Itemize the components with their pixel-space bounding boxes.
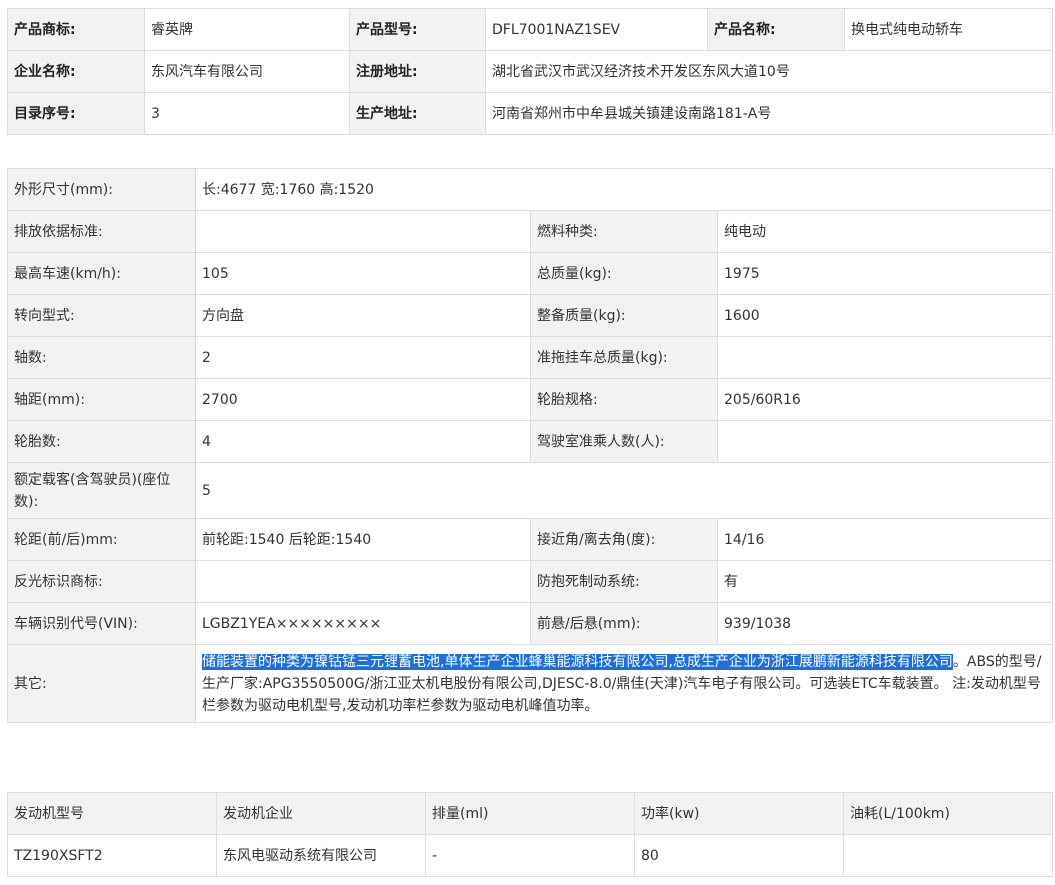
engine-header-displacement: 排量(ml)	[425, 792, 635, 835]
name-value: 换电式纯电动轿车	[844, 8, 1053, 51]
trailer-label: 准拖挂车总质量(kg):	[530, 336, 718, 379]
seats-label: 额定载客(含驾驶员)(座位数):	[7, 462, 196, 519]
engine-data-row: TZ190XSFT2 东风电驱动系统有限公司 - 80	[7, 834, 1053, 877]
trailer-value	[716, 336, 1054, 379]
company-value: 东风汽车有限公司	[144, 50, 350, 93]
abs-label: 防抱死制动系统:	[530, 560, 718, 603]
steering-value: 方向盘	[195, 294, 531, 337]
tires-value: 4	[195, 420, 531, 463]
company-label: 企业名称:	[7, 50, 145, 93]
engine-power-value: 80	[634, 834, 844, 877]
brand-label: 产品商标:	[7, 8, 145, 51]
brand-value: 睿英牌	[144, 8, 350, 51]
spec-row: 转向型式: 方向盘 整备质量(kg): 1600	[7, 294, 1054, 337]
spec-row: 轮胎数: 4 驾驶室准乘人数(人):	[7, 420, 1054, 463]
fuel-label: 燃料种类:	[530, 210, 718, 253]
model-value: DFL7001NAZ1SEV	[485, 8, 708, 51]
engine-model-value: TZ190XSFT2	[7, 834, 217, 877]
tire-spec-value: 205/60R16	[716, 378, 1054, 421]
tires-label: 轮胎数:	[7, 420, 196, 463]
prod-addr-value: 河南省郑州市中牟县城关镇建设南路181-A号	[485, 92, 1053, 135]
angles-label: 接近角/离去角(度):	[530, 518, 718, 561]
spec-row: 车辆识别代号(VIN): LGBZ1YEA××××××××× 前悬/后悬(mm)…	[7, 602, 1054, 645]
tire-spec-label: 轮胎规格:	[530, 378, 718, 421]
vin-value: LGBZ1YEA×××××××××	[195, 602, 531, 645]
steering-label: 转向型式:	[7, 294, 196, 337]
engine-consumption-value	[843, 834, 1053, 877]
seats-value: 5	[194, 462, 1054, 519]
reflect-label: 反光标识商标:	[7, 560, 196, 603]
engine-header-model: 发动机型号	[7, 792, 217, 835]
wheelbase-value: 2700	[195, 378, 531, 421]
abs-value: 有	[716, 560, 1054, 603]
engine-header-power: 功率(kw)	[634, 792, 844, 835]
emission-label: 排放依据标准:	[7, 210, 196, 253]
track-value: 前轮距:1540 后轮距:1540	[195, 518, 531, 561]
other-selected-text[interactable]: 储能装置的种类为镍钴锰三元锂蓄电池,单体生产企业蜂巢能源科技有限公司,总成生产企…	[202, 653, 953, 670]
overhang-value: 939/1038	[716, 602, 1054, 645]
spec-row: 外形尺寸(mm): 长:4677 宽:1760 高:1520	[7, 168, 1054, 211]
dims-value: 长:4677 宽:1760 高:1520	[194, 168, 1054, 211]
model-label: 产品型号:	[349, 8, 486, 51]
spec-row: 轴数: 2 准拖挂车总质量(kg):	[7, 336, 1054, 379]
emission-value	[195, 210, 531, 253]
spec-row: 排放依据标准: 燃料种类: 纯电动	[7, 210, 1054, 253]
cab-label: 驾驶室准乘人数(人):	[530, 420, 718, 463]
total-mass-value: 1975	[716, 252, 1054, 295]
product-row-1: 产品商标: 睿英牌 产品型号: DFL7001NAZ1SEV 产品名称: 换电式…	[7, 8, 1053, 51]
engine-header-consumption: 油耗(L/100km)	[843, 792, 1053, 835]
engine-header-company: 发动机企业	[216, 792, 426, 835]
other-label: 其它:	[7, 644, 196, 723]
product-row-3: 目录序号: 3 生产地址: 河南省郑州市中牟县城关镇建设南路181-A号	[7, 92, 1053, 135]
name-label: 产品名称:	[707, 8, 845, 51]
spec-row: 轴距(mm): 2700 轮胎规格: 205/60R16	[7, 378, 1054, 421]
catalog-label: 目录序号:	[7, 92, 145, 135]
track-label: 轮距(前/后)mm:	[7, 518, 196, 561]
reg-addr-label: 注册地址:	[349, 50, 486, 93]
specs-table: 外形尺寸(mm): 长:4677 宽:1760 高:1520 排放依据标准: 燃…	[7, 168, 1054, 723]
cab-value	[716, 420, 1054, 463]
angles-value: 14/16	[716, 518, 1054, 561]
fuel-value: 纯电动	[716, 210, 1054, 253]
engine-company-value: 东风电驱动系统有限公司	[216, 834, 426, 877]
total-mass-label: 总质量(kg):	[530, 252, 718, 295]
prod-addr-label: 生产地址:	[349, 92, 486, 135]
spec-row: 轮距(前/后)mm: 前轮距:1540 后轮距:1540 接近角/离去角(度):…	[7, 518, 1054, 561]
other-value[interactable]: 储能装置的种类为镍钴锰三元锂蓄电池,单体生产企业蜂巢能源科技有限公司,总成生产企…	[194, 644, 1054, 723]
curb-mass-label: 整备质量(kg):	[530, 294, 718, 337]
wheelbase-label: 轴距(mm):	[7, 378, 196, 421]
product-row-2: 企业名称: 东风汽车有限公司 注册地址: 湖北省武汉市武汉经济技术开发区东风大道…	[7, 50, 1053, 93]
axles-label: 轴数:	[7, 336, 196, 379]
speed-value: 105	[195, 252, 531, 295]
engine-header-row: 发动机型号 发动机企业 排量(ml) 功率(kw) 油耗(L/100km)	[7, 792, 1053, 835]
product-info-table: 产品商标: 睿英牌 产品型号: DFL7001NAZ1SEV 产品名称: 换电式…	[7, 8, 1053, 135]
axles-value: 2	[195, 336, 531, 379]
catalog-value: 3	[144, 92, 350, 135]
engine-table: 发动机型号 发动机企业 排量(ml) 功率(kw) 油耗(L/100km) TZ…	[7, 792, 1053, 877]
engine-displacement-value: -	[425, 834, 635, 877]
overhang-label: 前悬/后悬(mm):	[530, 602, 718, 645]
curb-mass-value: 1600	[716, 294, 1054, 337]
spec-row: 额定载客(含驾驶员)(座位数): 5	[7, 462, 1054, 519]
speed-label: 最高车速(km/h):	[7, 252, 196, 295]
reg-addr-value: 湖北省武汉市武汉经济技术开发区东风大道10号	[485, 50, 1053, 93]
dims-label: 外形尺寸(mm):	[7, 168, 196, 211]
spec-row: 反光标识商标: 防抱死制动系统: 有	[7, 560, 1054, 603]
spec-row: 最高车速(km/h): 105 总质量(kg): 1975	[7, 252, 1054, 295]
vin-label: 车辆识别代号(VIN):	[7, 602, 196, 645]
spec-row: 其它: 储能装置的种类为镍钴锰三元锂蓄电池,单体生产企业蜂巢能源科技有限公司,总…	[7, 644, 1054, 723]
reflect-value	[195, 560, 531, 603]
